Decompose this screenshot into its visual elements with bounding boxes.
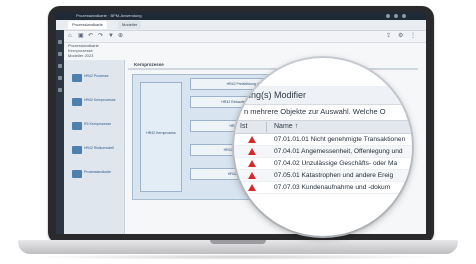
home-icon[interactable]: ⌂ [68, 33, 72, 40]
window-titlebar: Prozesslandkarte · BPM-Anwendung [56, 12, 426, 20]
process-icon [72, 146, 82, 154]
model-tree-panel: HR42 Prozesse HR42 Kernprozesse R3 Kernp… [64, 60, 125, 234]
nav-search-icon[interactable] [58, 64, 62, 68]
table-row[interactable]: 07.04.01 Angemessenheit, Offenlegung und [234, 146, 412, 158]
breadcrumb: Prozesslandkarte Kernprozesse Modeller 2… [68, 43, 99, 58]
nav-report-icon[interactable] [58, 76, 62, 80]
breadcrumb-item[interactable]: Modeller 2023 [68, 53, 99, 58]
canvas-ruler [128, 68, 418, 70]
window-controls[interactable] [386, 14, 406, 18]
close-icon[interactable] [402, 14, 406, 18]
warning-icon [248, 148, 256, 155]
table-row[interactable]: 07.07.03 Kundenaufnahme und -dokum [234, 182, 412, 194]
canvas-title: Kernprozesse [134, 62, 164, 67]
dialog-instruction: n mehrere Objekte zur Auswahl. Welche O [244, 107, 386, 116]
save-icon[interactable]: ▣ [78, 33, 84, 40]
tab-modeller[interactable]: Modeller [118, 21, 142, 29]
laptop-shadow [30, 254, 446, 260]
navigation-rail [56, 30, 64, 234]
warning-icon [248, 136, 256, 143]
minimize-icon[interactable] [386, 14, 390, 18]
table-row[interactable]: 07.01.01.01 Nicht genehmigte Transaktion… [234, 134, 412, 146]
process-icon [72, 98, 82, 106]
laptop-notch [210, 240, 266, 244]
maximize-icon[interactable] [394, 14, 398, 18]
menu-icon[interactable]: ⋮ [410, 33, 416, 40]
toolbar: ⌂ ▣ ↶ ↷ ▼ ⊕ ⇪ ⚙ ⋮ [56, 31, 426, 43]
nav-home-icon[interactable] [58, 40, 62, 44]
warning-icon [248, 184, 256, 191]
nav-user-icon[interactable] [58, 88, 62, 92]
nav-model-icon[interactable] [58, 52, 62, 56]
window-title: Prozesslandkarte · BPM-Anwendung [76, 13, 142, 18]
undo-icon[interactable]: ↶ [88, 33, 93, 40]
redo-icon[interactable]: ↷ [98, 33, 103, 40]
warning-icon [248, 160, 256, 167]
process-icon [72, 122, 82, 130]
table-row[interactable]: 07.04.02 Unzulässige Geschäfts- oder Ma [234, 158, 412, 170]
share-icon[interactable]: ⇪ [386, 33, 391, 40]
magnifier-lens: ung(s) Modifier n mehrere Objekte zur Au… [234, 58, 412, 236]
process-box-vertical[interactable]: HR42 Kernprozess [140, 82, 182, 192]
process-icon [72, 170, 82, 178]
process-icon [72, 74, 82, 82]
tab-prozesslandkarte[interactable]: Prozesslandkarte [68, 21, 107, 29]
zoom-icon[interactable]: ⊕ [118, 33, 123, 40]
table-header: Ist Name ↑ [234, 120, 412, 134]
filter-icon[interactable]: ▼ [108, 33, 114, 40]
column-header-status[interactable]: Ist [240, 121, 247, 133]
settings-icon[interactable]: ⚙ [398, 33, 403, 40]
warning-icon [248, 172, 256, 179]
dialog-title: ung(s) Modifier [234, 86, 412, 105]
table-row[interactable]: 07.05.01 Katastrophen und andere Ereig [234, 170, 412, 182]
tab-bar: Prozesslandkarte Modeller [56, 20, 426, 31]
column-divider [266, 122, 267, 132]
column-header-name[interactable]: Name ↑ [274, 121, 298, 133]
